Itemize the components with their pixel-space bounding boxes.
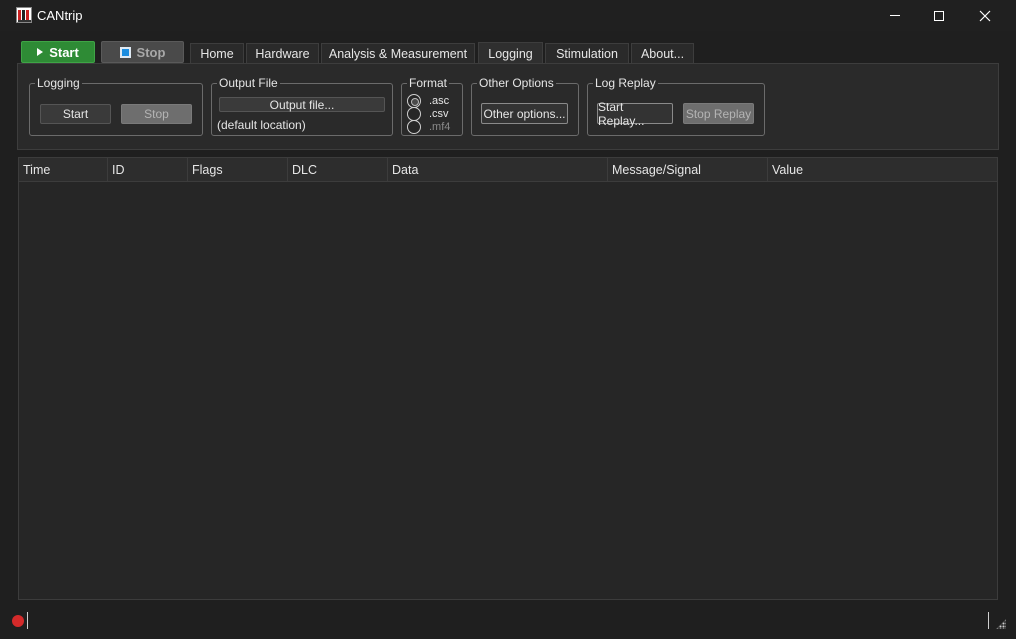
stop-replay-button[interactable]: Stop Replay xyxy=(683,103,754,124)
table-header: Time ID Flags DLC Data Message/Signal Va… xyxy=(19,158,997,182)
status-indicator-icon xyxy=(12,615,24,627)
tab-home[interactable]: Home xyxy=(190,43,244,64)
other-options-button[interactable]: Other options... xyxy=(481,103,568,124)
log-stop-button[interactable]: Stop xyxy=(121,104,192,124)
output-location-label: (default location) xyxy=(217,118,306,132)
output-file-group-title: Output File xyxy=(217,76,280,90)
start-button-label: Start xyxy=(49,44,79,60)
stop-button[interactable]: Stop xyxy=(101,41,184,63)
status-separator-right xyxy=(988,612,989,629)
minimize-icon[interactable] xyxy=(872,0,918,31)
stop-button-label: Stop xyxy=(136,44,166,60)
column-header-value[interactable]: Value xyxy=(768,158,997,182)
resize-grip-icon[interactable] xyxy=(996,619,1006,629)
logging-group-title: Logging xyxy=(35,76,82,90)
start-replay-button[interactable]: Start Replay... xyxy=(597,100,673,128)
tab-hardware[interactable]: Hardware xyxy=(246,43,319,64)
format-csv-label: .csv xyxy=(429,108,449,120)
column-header-flags[interactable]: Flags xyxy=(188,158,288,182)
close-icon[interactable] xyxy=(962,0,1008,31)
column-header-message-signal[interactable]: Message/Signal xyxy=(608,158,768,182)
tab-stimulation[interactable]: Stimulation xyxy=(545,43,629,64)
play-icon xyxy=(37,48,44,56)
title-bar: CANtrip xyxy=(0,0,1016,31)
maximize-icon[interactable] xyxy=(916,0,962,31)
column-header-dlc[interactable]: DLC xyxy=(288,158,388,182)
tab-about[interactable]: About... xyxy=(631,43,694,64)
format-mf4-label: .mf4 xyxy=(429,121,451,133)
message-table[interactable]: Time ID Flags DLC Data Message/Signal Va… xyxy=(18,157,998,600)
format-asc-label: .asc xyxy=(429,95,450,107)
format-asc-radio[interactable] xyxy=(407,94,421,108)
format-csv-radio[interactable] xyxy=(407,107,421,121)
start-button[interactable]: Start xyxy=(21,41,95,63)
status-separator xyxy=(27,612,28,629)
log-start-button[interactable]: Start xyxy=(40,104,111,124)
format-mf4-radio[interactable] xyxy=(407,120,421,134)
log-replay-group-title: Log Replay xyxy=(593,76,658,90)
column-header-time[interactable]: Time xyxy=(19,158,108,182)
tab-analysis-measurement[interactable]: Analysis & Measurement xyxy=(321,43,475,64)
window-title: CANtrip xyxy=(37,8,83,23)
column-header-id[interactable]: ID xyxy=(108,158,188,182)
stop-icon xyxy=(119,46,131,58)
format-group-title: Format xyxy=(407,76,450,90)
column-header-data[interactable]: Data xyxy=(388,158,608,182)
tab-logging[interactable]: Logging xyxy=(478,42,543,64)
cantrip-logo-icon xyxy=(16,7,32,23)
output-file-button[interactable]: Output file... xyxy=(219,97,385,112)
other-options-group-title: Other Options xyxy=(477,76,556,90)
